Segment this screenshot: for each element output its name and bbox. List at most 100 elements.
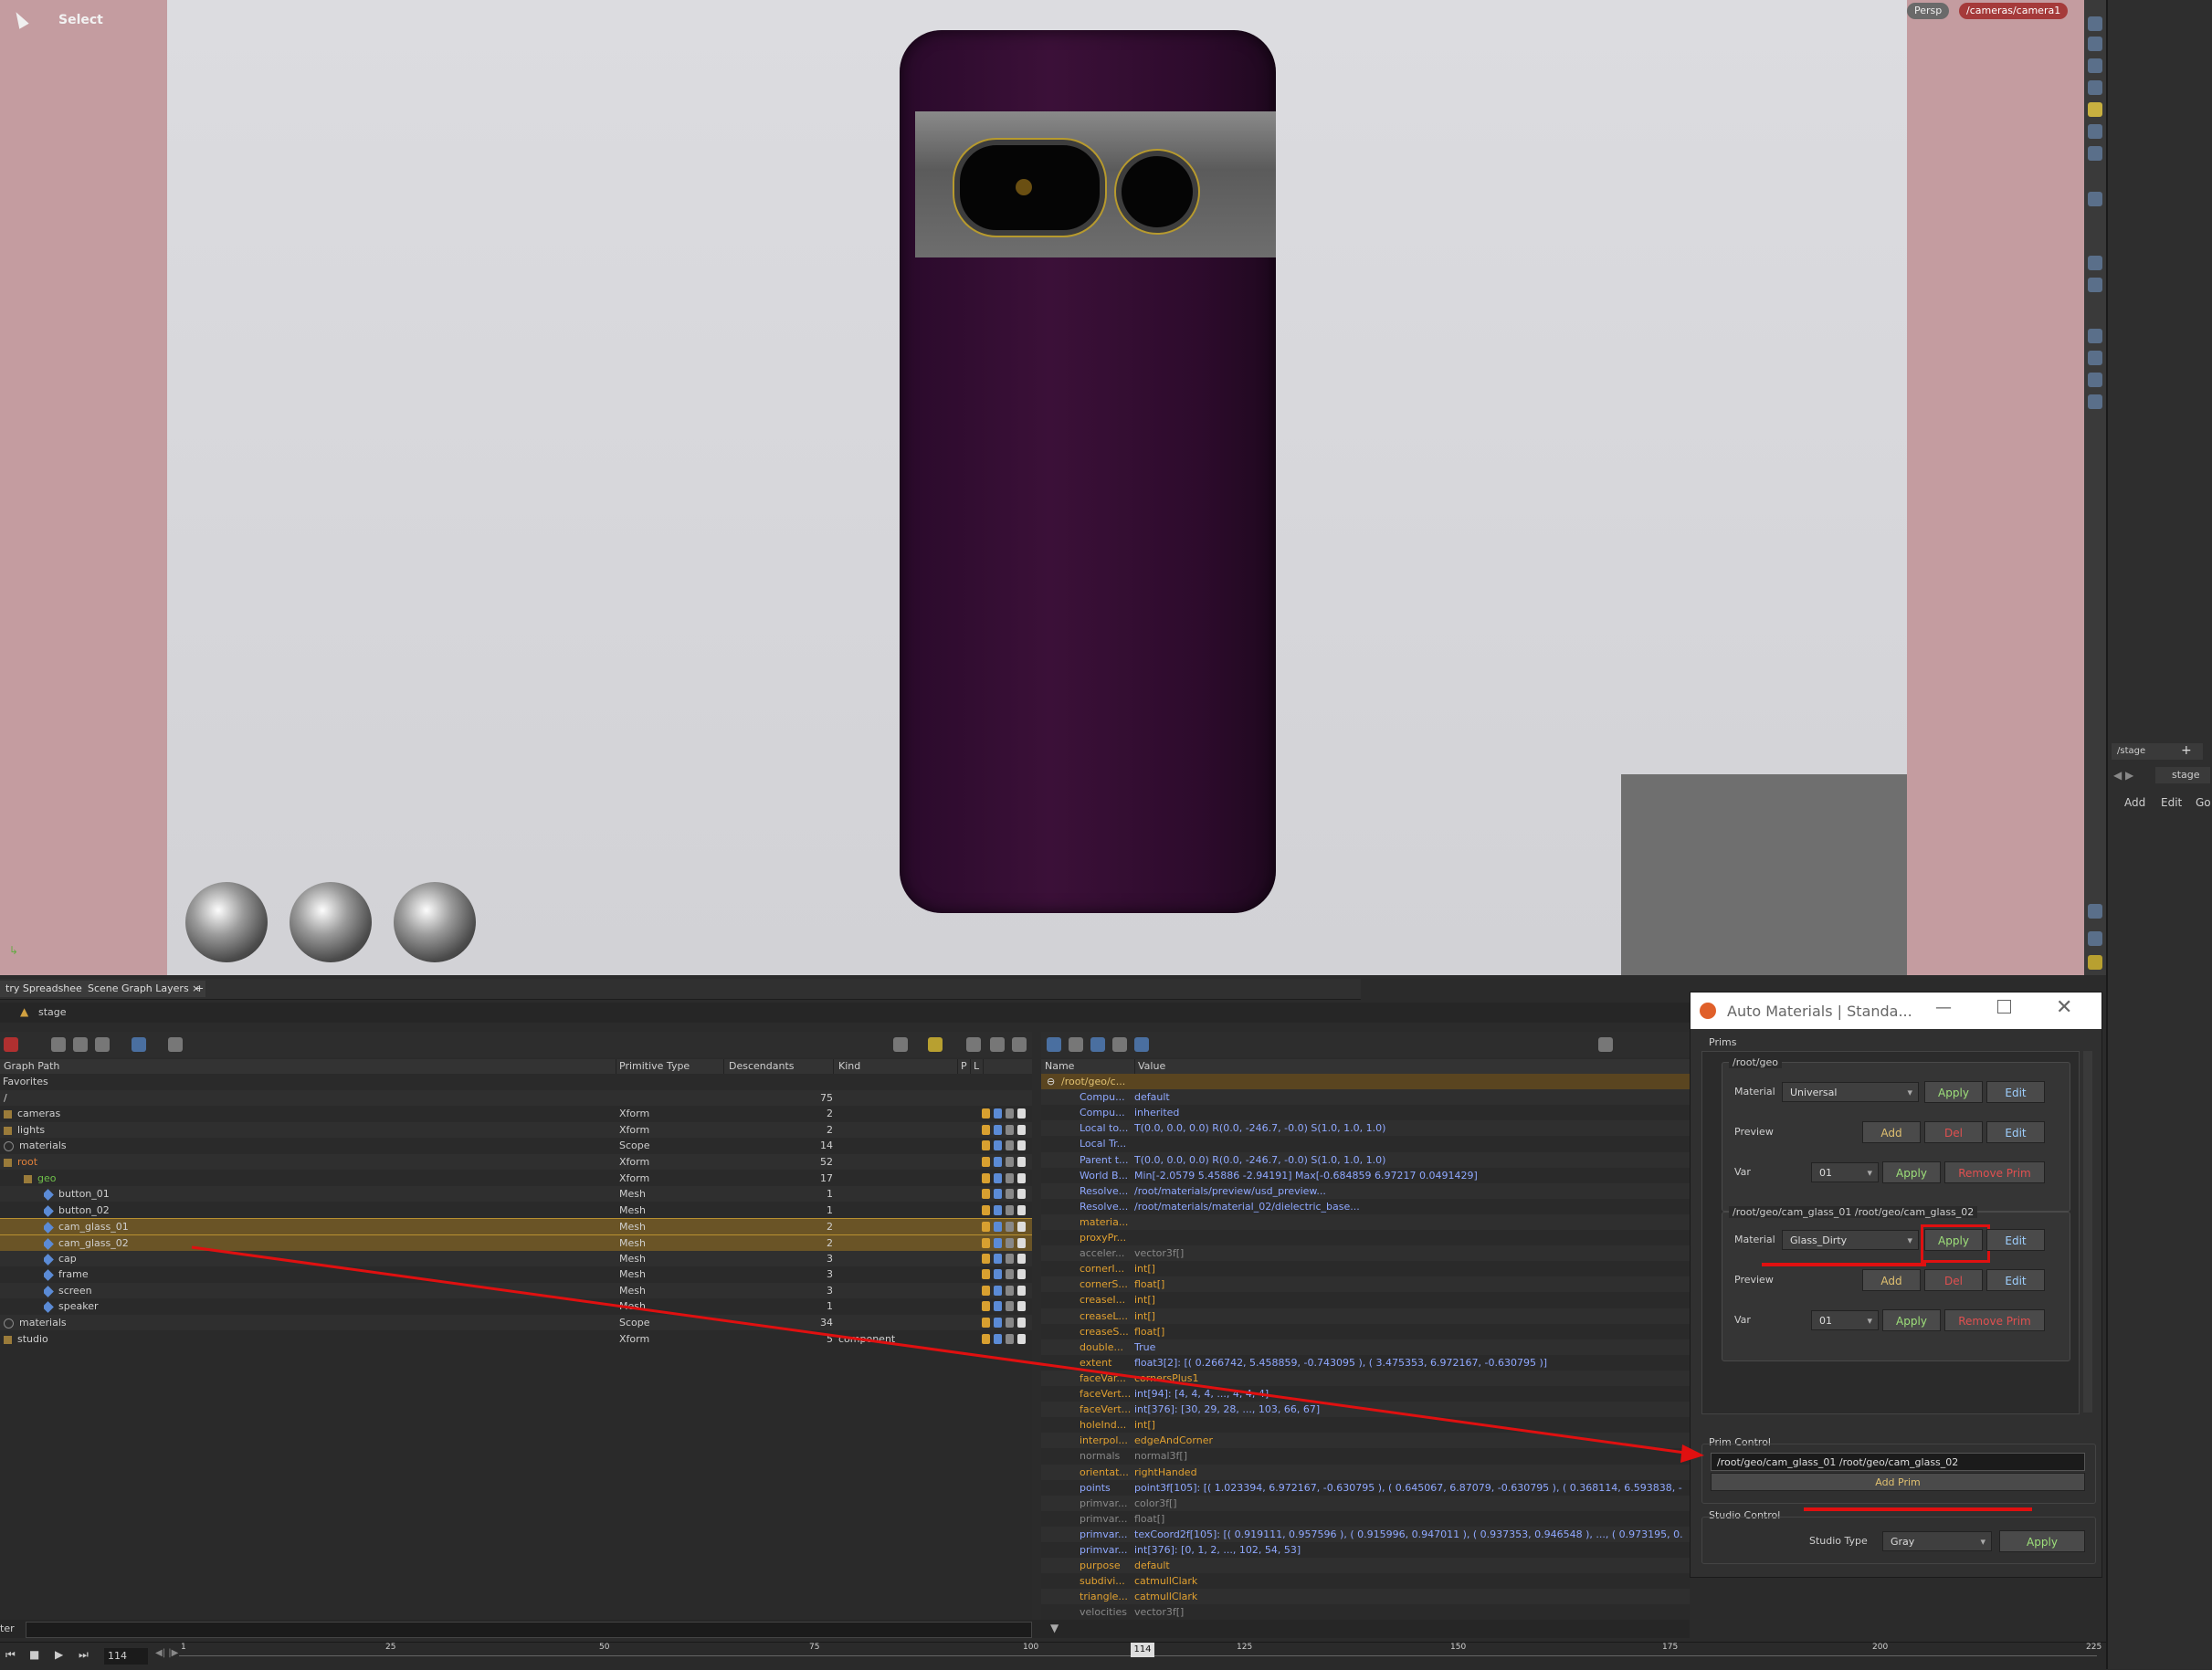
sync-icon[interactable] — [928, 1037, 943, 1052]
flag-icon[interactable] — [994, 1238, 1002, 1248]
attribute-row[interactable]: subdivi... catmullClark — [1041, 1573, 1690, 1589]
flag-icon[interactable] — [1017, 1301, 1026, 1311]
flag-icon[interactable] — [1017, 1173, 1026, 1183]
render-icon[interactable] — [2088, 192, 2102, 206]
flag-icon[interactable] — [982, 1189, 990, 1199]
lock-icon[interactable] — [2088, 58, 2102, 73]
flag-icon[interactable] — [982, 1238, 990, 1248]
search-icon[interactable] — [95, 1037, 110, 1052]
flag-icon[interactable] — [1006, 1108, 1014, 1119]
var-dropdown-2[interactable]: 01 — [1811, 1310, 1879, 1331]
snapshot-icon[interactable] — [2088, 37, 2102, 51]
visibility-flags[interactable] — [982, 1125, 1032, 1135]
tree-row[interactable]: screen Mesh 3 — [0, 1283, 1032, 1298]
eye-icon[interactable] — [2088, 16, 2102, 31]
visibility-flags[interactable] — [982, 1301, 1032, 1311]
help-icon[interactable] — [1012, 1037, 1027, 1052]
flag-icon[interactable] — [994, 1140, 1002, 1150]
material-edit-button[interactable]: Edit — [1986, 1081, 2045, 1103]
attribute-row[interactable]: primvar... texCoord2f[105]: [( 0.919111, … — [1041, 1527, 1690, 1542]
tree-row[interactable]: studio Xform 5 component — [0, 1331, 1032, 1347]
tree-row[interactable]: root Xform 52 — [0, 1154, 1032, 1170]
visibility-flags[interactable] — [982, 1157, 1032, 1167]
flag-icon[interactable] — [1006, 1125, 1014, 1135]
remove-prim-button-2[interactable]: Remove Prim — [1944, 1309, 2045, 1331]
attribute-row[interactable]: primvar... float[] — [1041, 1511, 1690, 1527]
attribute-row[interactable]: World B... Min[-2.0579 5.45886 -2.94191] … — [1041, 1168, 1690, 1183]
screenshot-icon[interactable] — [2088, 904, 2102, 919]
rows-icon[interactable] — [1112, 1037, 1127, 1052]
attribute-row[interactable]: orientat... rightHanded — [1041, 1465, 1690, 1480]
attribute-row[interactable]: double... True — [1041, 1339, 1690, 1355]
flag-icon[interactable] — [1006, 1189, 1014, 1199]
flag-icon[interactable] — [1006, 1173, 1014, 1183]
close-icon[interactable]: ✕ — [2056, 996, 2072, 1019]
flag-icon[interactable] — [982, 1125, 990, 1135]
play-icon[interactable]: ▶ — [55, 1648, 63, 1661]
flag-icon[interactable] — [982, 1140, 990, 1150]
attribute-row[interactable]: creaseI... int[] — [1041, 1292, 1690, 1308]
flag-icon[interactable] — [1017, 1334, 1026, 1344]
attribute-row[interactable]: cornerS... float[] — [1041, 1276, 1690, 1292]
flag-icon[interactable] — [1006, 1254, 1014, 1264]
flag-icon[interactable] — [994, 1108, 1002, 1119]
studio-type-dropdown[interactable]: Gray — [1882, 1531, 1992, 1552]
attribute-row[interactable]: interpol... edgeAndCorner — [1041, 1433, 1690, 1448]
preview-edit-button[interactable]: Edit — [1986, 1121, 2045, 1143]
col-descendants[interactable]: Descendants — [725, 1059, 834, 1074]
favorites-row[interactable]: Favorites — [0, 1074, 1032, 1089]
preview-del-button[interactable]: Del — [1924, 1121, 1983, 1143]
preview-add-button[interactable]: Add — [1862, 1121, 1921, 1143]
flag-icon[interactable] — [994, 1222, 1002, 1232]
handle-icon[interactable] — [2088, 373, 2102, 387]
flag-icon[interactable] — [1006, 1269, 1014, 1279]
flag-icon[interactable] — [1017, 1125, 1026, 1135]
flag-icon[interactable] — [994, 1157, 1002, 1167]
camera-menu[interactable]: /cameras/camera1 — [1959, 3, 2069, 19]
flag-icon[interactable] — [1006, 1301, 1014, 1311]
flag-icon[interactable] — [994, 1334, 1002, 1344]
network-menu-go[interactable]: Go — [2196, 796, 2211, 809]
flag-icon[interactable] — [994, 1254, 1002, 1264]
var-apply-button-2[interactable]: Apply — [1882, 1309, 1941, 1331]
flag-icon[interactable] — [1006, 1286, 1014, 1296]
info-icon[interactable] — [2088, 931, 2102, 946]
attribute-row[interactable]: triangle... catmullClark — [1041, 1589, 1690, 1604]
visibility-flags[interactable] — [982, 1189, 1032, 1199]
filter-input[interactable] — [26, 1622, 1032, 1638]
flag-icon[interactable] — [994, 1205, 1002, 1215]
tree-row[interactable]: materials Scope 14 — [0, 1138, 1032, 1153]
camera-icon[interactable] — [990, 1037, 1005, 1052]
scene-graph-tree[interactable]: Favorites / 75 cameras Xform 2 lights Xform 2 ma… — [0, 1074, 1032, 1620]
prims-scrollbar[interactable] — [2083, 1051, 2092, 1413]
flag-icon[interactable] — [982, 1269, 990, 1279]
flag-icon[interactable] — [994, 1125, 1002, 1135]
tree-row[interactable]: frame Mesh 3 — [0, 1266, 1032, 1282]
flag-icon[interactable] — [1006, 1318, 1014, 1328]
add-prim-button[interactable]: Add Prim — [1711, 1473, 2085, 1491]
flag-icon[interactable] — [1017, 1269, 1026, 1279]
flag-icon[interactable] — [994, 1269, 1002, 1279]
flag-icon[interactable] — [994, 1173, 1002, 1183]
flag-icon[interactable] — [982, 1173, 990, 1183]
attributes-path-row[interactable]: ⊖ /root/geo/c... — [1041, 1074, 1690, 1089]
visibility-flags[interactable] — [982, 1318, 1032, 1328]
attribute-row[interactable]: velocities vector3f[] — [1041, 1604, 1690, 1620]
attribute-row[interactable]: materia... — [1041, 1214, 1690, 1230]
attribute-row[interactable]: faceVar... cornersPlus1 — [1041, 1371, 1690, 1386]
attribute-row[interactable]: Resolve... /root/materials/material_02/di… — [1041, 1199, 1690, 1214]
display-icon[interactable] — [2088, 124, 2102, 139]
attribute-row[interactable]: Compu... default — [1041, 1089, 1690, 1105]
var-dropdown[interactable]: 01 — [1811, 1162, 1879, 1183]
flag-icon[interactable] — [994, 1301, 1002, 1311]
flag-icon[interactable] — [982, 1157, 990, 1167]
visibility-flags[interactable] — [982, 1140, 1032, 1150]
network-menu-edit[interactable]: Edit — [2161, 796, 2182, 809]
material-dropdown-2[interactable]: Glass_Dirty — [1782, 1230, 1919, 1251]
visibility-flags[interactable] — [982, 1238, 1032, 1248]
flag-icon[interactable] — [1017, 1205, 1026, 1215]
flag-icon[interactable] — [1017, 1238, 1026, 1248]
bulb-icon[interactable] — [2088, 146, 2102, 161]
snap-icon[interactable] — [2088, 394, 2102, 409]
remove-prim-button[interactable]: Remove Prim — [1944, 1161, 2045, 1183]
